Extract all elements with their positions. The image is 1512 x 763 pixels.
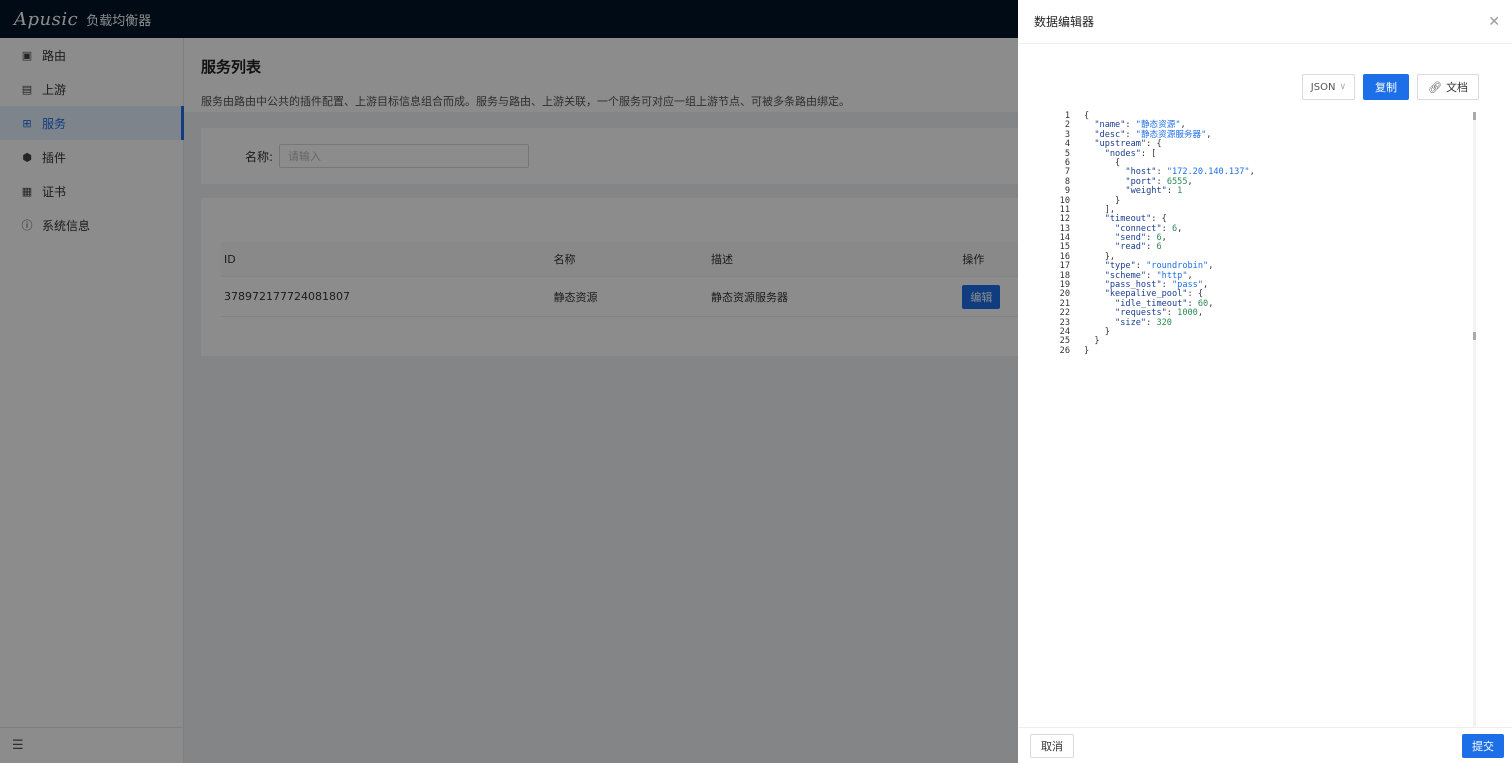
data-editor-drawer: 数据编辑器 ✕ JSON ∨ 复制 🔗︎ 文档 1{2 "name": "静态资… (1018, 0, 1512, 763)
drawer-title: 数据编辑器 (1034, 15, 1095, 29)
editor-line: 26} (1048, 345, 1488, 356)
drawer-header: 数据编辑器 ✕ (1018, 0, 1512, 44)
modal-overlay[interactable] (0, 0, 1018, 763)
cancel-button[interactable]: 取消 (1030, 734, 1074, 758)
editor-toolbar: JSON ∨ 复制 🔗︎ 文档 (1301, 74, 1479, 100)
format-select-value: JSON (1310, 81, 1336, 93)
editor-scrollbar[interactable] (1473, 112, 1476, 727)
copy-button[interactable]: 复制 (1363, 74, 1410, 100)
format-select[interactable]: JSON ∨ (1301, 74, 1356, 100)
scrollbar-thumb[interactable] (1473, 112, 1476, 120)
editor-line: 23 "size": 320 (1048, 318, 1488, 328)
link-icon: 🔗︎ (1428, 80, 1442, 94)
chevron-down-icon: ∨ (1339, 82, 1347, 92)
close-icon[interactable]: ✕ (1488, 14, 1500, 30)
scrollbar-marker (1473, 332, 1476, 340)
docs-button[interactable]: 🔗︎ 文档 (1417, 74, 1479, 100)
line-number: 26 (1059, 345, 1070, 356)
json-editor[interactable]: 1{2 "name": "静态资源", 3 "desc": "静态资源服务器", 4… (1048, 111, 1488, 727)
submit-button[interactable]: 提交 (1462, 734, 1504, 758)
editor-line: 24 } (1048, 327, 1488, 337)
editor-line: 25 } (1048, 336, 1488, 346)
drawer-footer: 取消 提交 (1018, 727, 1512, 763)
docs-label: 文档 (1446, 81, 1468, 94)
code-text: } (1084, 345, 1090, 356)
